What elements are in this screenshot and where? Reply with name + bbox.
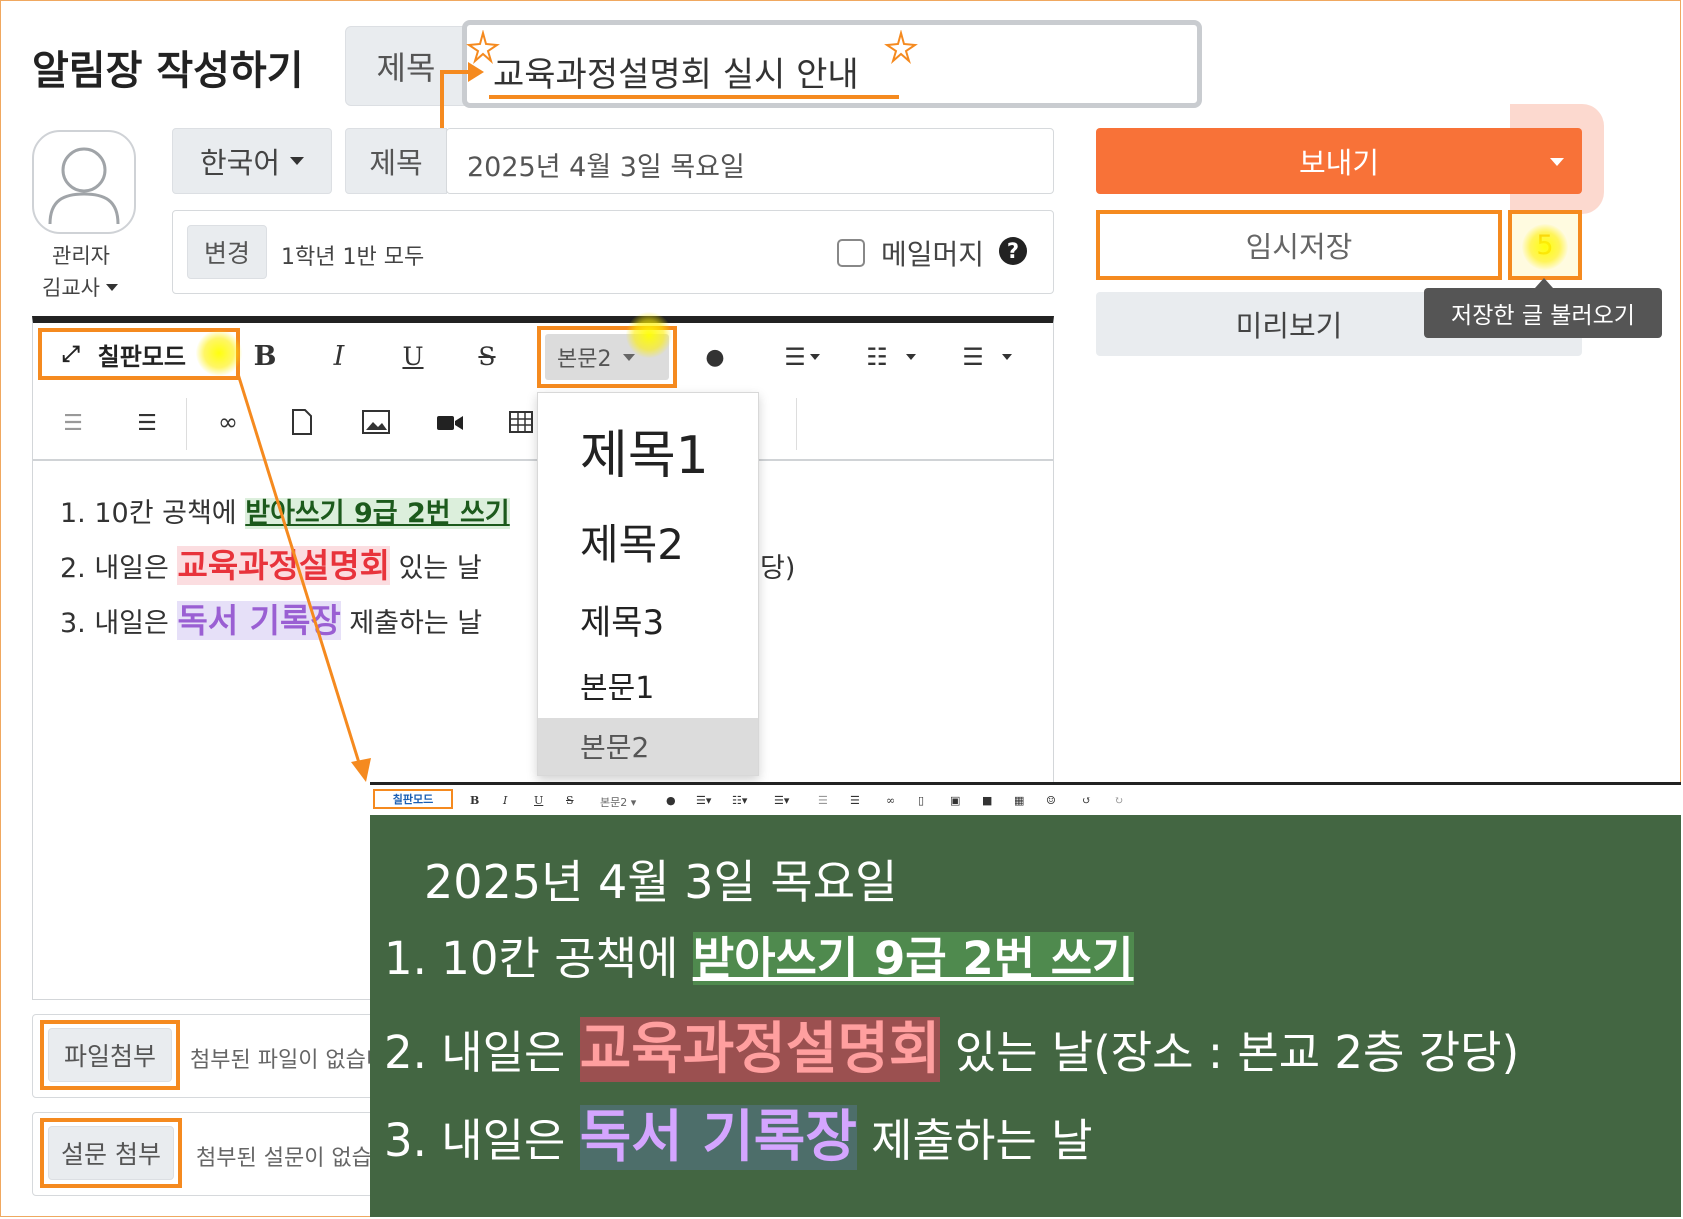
- file-attach-button[interactable]: 파일첨부: [40, 1020, 180, 1090]
- font-color-icon[interactable]: ●: [700, 340, 730, 374]
- help-icon[interactable]: ?: [999, 237, 1027, 265]
- load-draft-tooltip: 저장한 글 불러오기: [1424, 288, 1662, 338]
- user-icon: [48, 147, 120, 225]
- mail-merge-checkbox[interactable]: [837, 239, 865, 267]
- chevron-down-icon: [105, 283, 118, 291]
- toolbar-divider: [186, 398, 187, 450]
- editor-line-2-tail: 당): [760, 553, 796, 584]
- mini-strike[interactable]: S: [566, 794, 574, 807]
- mini-ul-icon[interactable]: ☰▾: [774, 794, 789, 807]
- mini-table-icon[interactable]: ▦: [1014, 794, 1024, 807]
- save-draft-button[interactable]: 임시저장: [1096, 210, 1502, 280]
- expand-icon: ⤢: [62, 341, 80, 367]
- blackboard-highlight-red: 교육과정설명회: [579, 1017, 941, 1082]
- send-options-caret[interactable]: [1550, 158, 1564, 166]
- survey-attach-inner: 설문 첨부: [48, 1126, 174, 1180]
- click-highlight: [1522, 224, 1568, 270]
- align-dropdown[interactable]: ☰: [774, 340, 830, 374]
- mini-redo-icon[interactable]: ↻: [1114, 794, 1123, 807]
- mini-link-icon[interactable]: ∞: [886, 794, 895, 807]
- ordered-list-dropdown[interactable]: ☷: [856, 340, 926, 374]
- avatar[interactable]: [32, 130, 136, 234]
- asterisk-mark-right: [884, 30, 918, 64]
- underline-button[interactable]: U: [396, 336, 430, 376]
- video-icon[interactable]: [434, 410, 466, 436]
- chevron-down-icon: [809, 354, 820, 360]
- mini-align-icon[interactable]: ☰▾: [696, 794, 711, 807]
- chevron-down-icon: [1001, 354, 1012, 360]
- mini-blackboard-button[interactable]: 칠판모드: [373, 789, 453, 809]
- survey-empty-text: 첨부된 설문이 없습니다: [196, 1146, 371, 1171]
- chevron-down-icon: [290, 157, 305, 165]
- mini-outdent-icon[interactable]: ☰: [818, 794, 828, 807]
- page-title: 알림장 작성하기: [32, 48, 304, 94]
- chevron-down-icon: [905, 354, 916, 360]
- language-dropdown[interactable]: 한국어: [172, 128, 332, 194]
- author-name-dropdown[interactable]: 김교사: [42, 272, 118, 302]
- mini-bold[interactable]: B: [470, 794, 479, 807]
- bullet-list-dropdown[interactable]: ☰: [952, 340, 1022, 374]
- style-option-body2[interactable]: 본문2: [538, 718, 758, 775]
- subtitle-label: 제목: [345, 128, 447, 194]
- blackboard-line-1: 1. 10칸 공책에 받아쓰기 9급 2번 쓰기: [384, 932, 1134, 985]
- outdent-icon[interactable]: ☰: [58, 408, 88, 438]
- style-option-heading3[interactable]: 제목3: [538, 595, 758, 644]
- text-style-menu: 제목1 제목2 제목3 본문1 본문2: [537, 392, 759, 776]
- blackboard-highlight-purple: 독서 기록장: [579, 1105, 857, 1170]
- mini-style-dropdown[interactable]: 본문2 ▾: [600, 794, 636, 810]
- author-name: 김교사: [42, 276, 100, 300]
- mini-video-icon[interactable]: ■: [982, 794, 992, 807]
- mini-italic[interactable]: I: [503, 794, 507, 807]
- subtitle-input-text: 2025년 4월 3일 목요일: [467, 152, 745, 183]
- mini-ol-icon[interactable]: ☷▾: [732, 794, 747, 807]
- mini-emoji-icon[interactable]: ☺: [1046, 794, 1056, 807]
- mini-underline[interactable]: U: [534, 794, 543, 807]
- mini-file-icon[interactable]: ▯: [918, 794, 924, 807]
- blackboard-line-2: 2. 내일은 교육과정설명회 있는 날(장소 : 본교 2층 강당): [384, 1017, 1520, 1082]
- style-option-body1[interactable]: 본문1: [538, 663, 758, 707]
- author-role: 관리자: [52, 244, 110, 268]
- chevron-down-icon: [623, 353, 636, 361]
- strikethrough-button[interactable]: S: [470, 336, 504, 376]
- style-option-heading1[interactable]: 제목1: [538, 413, 758, 488]
- grid-icon: [509, 411, 533, 433]
- send-button[interactable]: 보내기: [1096, 128, 1582, 194]
- file-empty-text: 첨부된 파일이 없습니다: [190, 1048, 370, 1073]
- toolbar-divider: [796, 398, 797, 450]
- mini-color-icon[interactable]: ●: [666, 794, 676, 807]
- indent-icon[interactable]: ☰: [132, 408, 162, 438]
- click-highlight: [626, 312, 672, 358]
- mini-indent-icon[interactable]: ☰: [850, 794, 860, 807]
- mini-image-icon[interactable]: ▣: [950, 794, 960, 807]
- table-icon[interactable]: [508, 408, 534, 436]
- mini-undo-icon[interactable]: ↺: [1082, 794, 1091, 807]
- subtitle-input[interactable]: 2025년 4월 3일 목요일: [446, 128, 1054, 194]
- blackboard-date-line: 2025년 4월 3일 목요일: [424, 855, 898, 909]
- recipients-box: 변경 1학년 1반 모두 메일머지 ?: [172, 210, 1054, 294]
- blackboard-highlight-green: 받아쓰기 9급 2번 쓰기: [692, 932, 1134, 985]
- change-recipients-button[interactable]: 변경: [187, 225, 267, 279]
- blackboard-line-3: 3. 내일은 독서 기록장 제출하는 날: [384, 1105, 1093, 1170]
- camera-icon: [437, 416, 463, 430]
- survey-attach-button[interactable]: 설문 첨부: [40, 1118, 182, 1188]
- recipients-value: 1학년 1반 모두: [281, 245, 425, 270]
- style-option-heading2[interactable]: 제목2: [538, 511, 758, 572]
- annotation-arrow: [236, 373, 371, 782]
- file-attach-inner: 파일첨부: [48, 1028, 172, 1082]
- tooltip-arrow: [1535, 278, 1553, 288]
- mail-merge-label: 메일머지: [881, 238, 985, 271]
